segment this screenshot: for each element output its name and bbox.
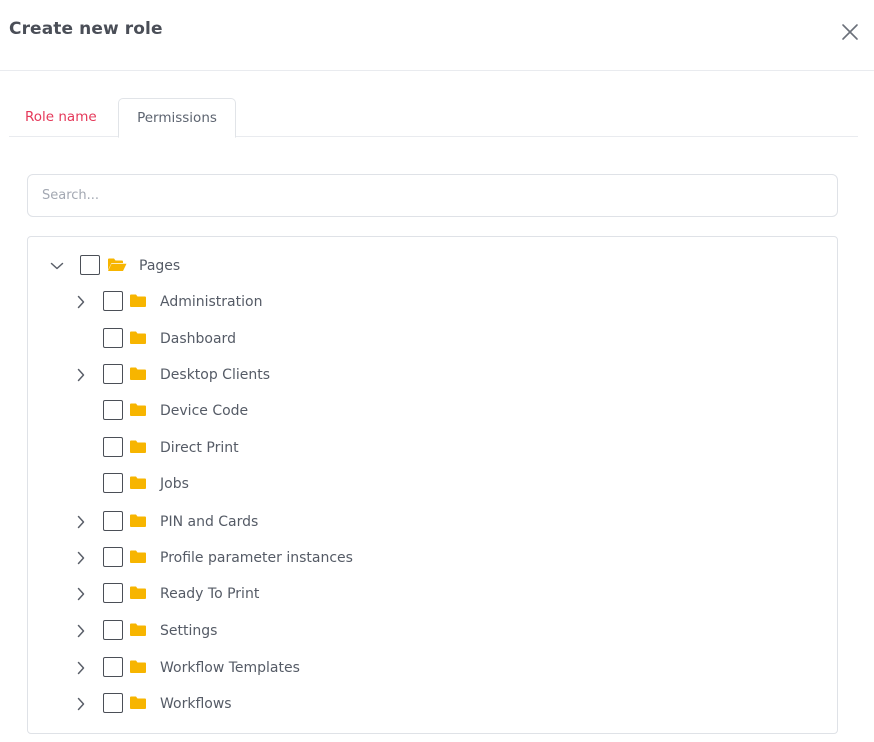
chevron-down-icon (50, 262, 64, 270)
chevron-right-icon (77, 587, 85, 601)
folder-icon (130, 367, 146, 380)
tree-node-pages: Pages (28, 254, 808, 278)
tree-toggle[interactable] (71, 658, 91, 678)
folder-icon (130, 696, 146, 709)
tree-node-child: Profile parameter instances (28, 546, 808, 570)
tree-node-child: Jobs (28, 472, 808, 496)
tree-node-child: Workflow Templates (28, 656, 808, 680)
chevron-right-icon (77, 697, 85, 711)
folder-icon (130, 476, 146, 489)
tab-role-name[interactable]: Role name (9, 98, 117, 137)
tree-toggle[interactable] (71, 365, 91, 385)
folder-icon (130, 623, 146, 636)
folder-icon (130, 586, 146, 599)
folder-icon (130, 294, 146, 307)
tree-node-label[interactable]: Dashboard (160, 329, 236, 349)
tree-node-label[interactable]: Profile parameter instances (160, 548, 353, 568)
folder-icon (130, 403, 146, 416)
tree-toggle[interactable] (47, 256, 67, 276)
tree-node-child: Direct Print (28, 436, 808, 460)
tree-toggle[interactable] (71, 512, 91, 532)
tree-toggle[interactable] (71, 548, 91, 568)
tab-bar: Role name Permissions (9, 98, 858, 138)
tree-node-label[interactable]: PIN and Cards (160, 512, 258, 532)
tree-toggle[interactable] (71, 292, 91, 312)
folder-open-icon (108, 258, 127, 271)
tree-checkbox[interactable] (103, 400, 123, 420)
tree-toggle[interactable] (71, 621, 91, 641)
tree-node-child: Settings (28, 619, 808, 643)
tree-node-label[interactable]: Direct Print (160, 438, 239, 458)
tree-node-child: Administration (28, 290, 808, 314)
tree-node-label[interactable]: Administration (160, 292, 262, 312)
tree-node-child: Device Code (28, 399, 808, 423)
tree-node-child: Desktop Clients (28, 363, 808, 387)
tree-node-child: PIN and Cards (28, 510, 808, 534)
dialog-header: Create new role (0, 0, 874, 71)
close-button[interactable] (838, 20, 862, 44)
tree-node-label[interactable]: Settings (160, 621, 217, 641)
tree-checkbox[interactable] (103, 364, 123, 384)
tree-checkbox[interactable] (80, 255, 100, 275)
tab-permissions[interactable]: Permissions (118, 98, 236, 138)
tree-node-label[interactable]: Workflows (160, 694, 232, 714)
folder-icon (130, 440, 146, 453)
tree-node-label[interactable]: Ready To Print (160, 584, 259, 604)
tree-node-label[interactable]: Workflow Templates (160, 658, 300, 678)
create-role-dialog: Create new role Role name Permissions Pa… (0, 0, 874, 742)
tree-checkbox[interactable] (103, 620, 123, 640)
tree-checkbox[interactable] (103, 328, 123, 348)
folder-icon (130, 514, 146, 527)
chevron-right-icon (77, 551, 85, 565)
tree-toggle[interactable] (71, 584, 91, 604)
tree-node-label[interactable]: Desktop Clients (160, 365, 270, 385)
chevron-right-icon (77, 661, 85, 675)
tree-checkbox[interactable] (103, 291, 123, 311)
chevron-right-icon (77, 368, 85, 382)
tree-checkbox[interactable] (103, 511, 123, 531)
tree-node-label[interactable]: Device Code (160, 401, 248, 421)
folder-icon (130, 331, 146, 344)
search-input[interactable] (27, 174, 838, 217)
permissions-tree: Pages Administration Dashboard Desktop C… (27, 236, 838, 734)
tree-node-child: Ready To Print (28, 582, 808, 606)
close-icon (842, 24, 858, 40)
tree-toggle[interactable] (71, 694, 91, 714)
chevron-right-icon (77, 515, 85, 529)
chevron-right-icon (77, 295, 85, 309)
chevron-right-icon (77, 624, 85, 638)
tree-checkbox[interactable] (103, 437, 123, 457)
tree-node-label[interactable]: Pages (139, 256, 180, 276)
tree-checkbox[interactable] (103, 693, 123, 713)
folder-icon (130, 660, 146, 673)
tree-checkbox[interactable] (103, 583, 123, 603)
tree-node-label[interactable]: Jobs (160, 474, 189, 494)
tree-checkbox[interactable] (103, 657, 123, 677)
dialog-title: Create new role (9, 19, 163, 39)
tree-checkbox[interactable] (103, 473, 123, 493)
folder-icon (130, 550, 146, 563)
tree-node-child: Workflows (28, 692, 808, 716)
tree-node-child: Dashboard (28, 327, 808, 351)
tree-checkbox[interactable] (103, 547, 123, 567)
